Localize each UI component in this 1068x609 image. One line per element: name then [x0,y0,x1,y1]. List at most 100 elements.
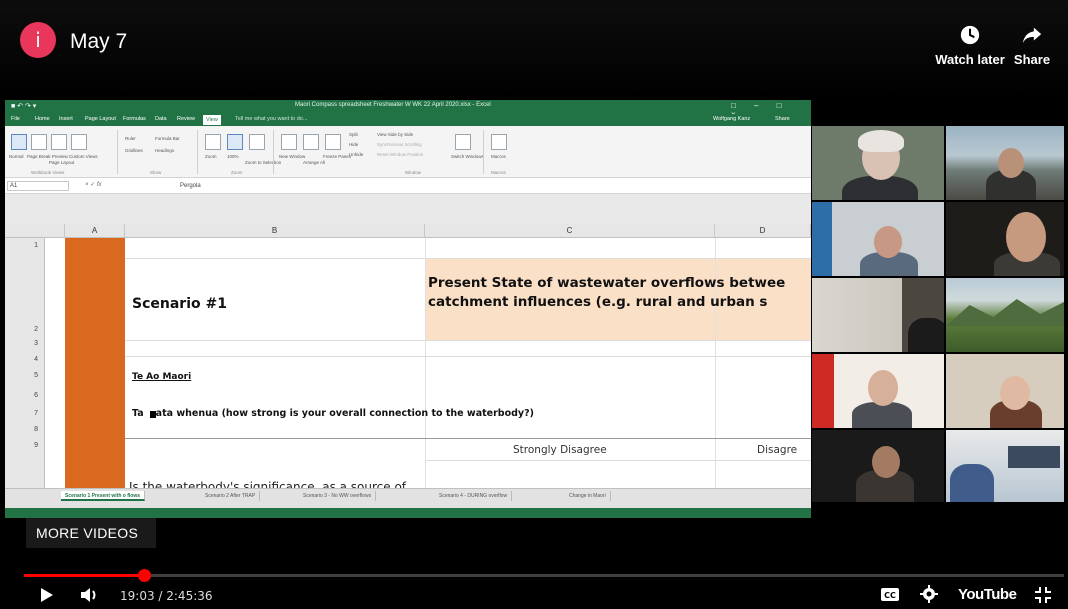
video-title[interactable]: May 7 [70,30,127,54]
cell-present-state: Present State of wastewater overflows be… [428,274,785,312]
background-object [812,354,834,428]
participant-hair [858,130,904,152]
cell-te-ao-maori: Te Ao Maori [132,372,192,382]
ribbon-macros: Macros [491,154,506,159]
cell-text-part: Ta [132,408,144,419]
excel-menu-bar: File Home Insert Page Layout Formulas Da… [5,114,811,126]
watch-later-button[interactable]: Watch later [930,24,1010,67]
ribbon-hide: Hide [349,142,359,147]
participant-face [1006,212,1046,262]
sheet-tabs: Scenario 1 Present with o flows Scenario… [5,488,811,508]
group-zoom: Zoom [231,170,243,175]
row-number: 7 [34,410,38,417]
group-workbook-views: Workbook Views [31,170,65,175]
excel-window: ■ ↶ ↷ ▾ Maori Compass spreadsheet Freshw… [5,100,811,518]
excel-window-title: Maori Compass spreadsheet Freshwater W W… [295,102,491,108]
fx-icon: × ✓ fx [85,182,102,188]
row-number: 5 [34,372,38,379]
gear-icon[interactable] [920,585,938,603]
sheet-tab-scenario-4: Scenario 4 - DURING overflow [435,491,513,501]
participant-tile [946,202,1064,276]
ribbon-arrange: Arrange All [303,160,326,165]
ribbon-reset-position: Reset Window Position [377,152,424,157]
ribbon-separator [483,130,484,174]
sheet-tab-scenario-3: Scenario 3 - No WW overflows [299,491,377,501]
grid-line [125,356,811,357]
participant-face [868,370,898,406]
play-icon[interactable] [40,587,54,603]
ribbon-page-break: Page Break Preview [27,154,68,159]
ribbon-separator [273,130,274,174]
background-frames [1008,446,1060,468]
row-number: 4 [34,356,38,363]
row-number: 6 [34,392,38,399]
share-arrow-icon [1022,27,1042,44]
ribbon-formula-bar: Formula Bar [155,136,180,141]
macros-icon [491,134,507,150]
share-button[interactable]: Share [1002,24,1062,67]
ribbon-zoom-selection: Zoom to Selection [245,160,282,165]
channel-avatar[interactable]: i [20,22,56,58]
menu-file: File [11,116,20,122]
more-videos-button[interactable]: MORE VIDEOS [26,518,156,548]
excel-title-bar: ■ ↶ ↷ ▾ Maori Compass spreadsheet Freshw… [5,100,811,119]
cell-present-line-1: Present State of wastewater overflows be… [428,275,786,291]
fullscreen-icon[interactable] [1034,586,1052,604]
col-header-c: C [425,224,715,238]
cell-strongly-disagree: Strongly Disagree [513,444,607,456]
cell-text-part: ata whenua (how strong is your overall c… [155,408,534,419]
grid-line [125,438,811,439]
menu-review: Review [177,116,196,122]
menu-formulas: Formulas [123,116,146,122]
select-all-corner [5,224,65,238]
arrange-all-icon [303,134,319,150]
group-show: Show [150,170,162,175]
watch-later-label: Watch later [935,52,1005,67]
zoom-icon [205,134,221,150]
new-window-icon [281,134,297,150]
ribbon-page-layout: Page Layout [49,160,75,165]
excel-status-bar [5,508,811,518]
row-number: 8 [34,426,38,433]
grid-line [125,258,811,259]
player-top-bar: i May 7 Watch later Share [0,0,1068,100]
ribbon-switch: Switch Windows [451,154,484,159]
cell-turangawaewae: Ta ata whenua (how strong is your overall… [132,408,534,419]
cell-waterbody-significance: Is the waterbody's significance, as a so… [129,480,407,488]
ribbon-freeze: Freeze Panes [323,154,352,159]
ribbon-new-window: New Window [279,154,306,159]
participant-face [872,446,900,478]
normal-view-icon [11,134,27,150]
cell-scenario: Scenario #1 [132,296,227,312]
volume-icon[interactable] [80,586,102,604]
participant-tile [812,354,944,428]
group-macros: Macros [491,170,506,175]
youtube-logo[interactable]: YouTube [958,586,1017,603]
participant-tile [946,354,1064,428]
ribbon-ruler: Ruler [125,136,136,141]
col-header-a: A [65,224,125,238]
row-number: 1 [34,242,38,249]
row-number: 3 [34,340,38,347]
ribbon-zoom-100: 100% [227,154,239,159]
progress-played [24,574,144,577]
participant-face [998,148,1024,178]
background-window [812,202,832,276]
column-headers: A B C D [5,224,811,238]
tell-me-box: Tell me what you want to do... [235,116,308,122]
captions-icon[interactable]: CC [880,587,900,602]
grid-line [425,238,426,488]
ribbon-separator [117,130,118,174]
quick-access-toolbar: ■ ↶ ↷ ▾ [11,103,37,110]
freeze-panes-icon [325,134,341,150]
progress-bar[interactable] [24,569,1064,582]
ribbon-sync-scroll: Synchronous Scrolling [377,142,422,147]
excel-share: Share [775,116,790,122]
participant-tile [812,202,944,276]
grid-line [125,340,811,341]
zoom-selection-icon [249,134,265,150]
row-number: 2 [34,326,38,333]
formula-content: Pergola [180,183,201,189]
page-layout-icon [51,134,67,150]
video-frame[interactable]: ■ ↶ ↷ ▾ Maori Compass spreadsheet Freshw… [0,100,1068,555]
